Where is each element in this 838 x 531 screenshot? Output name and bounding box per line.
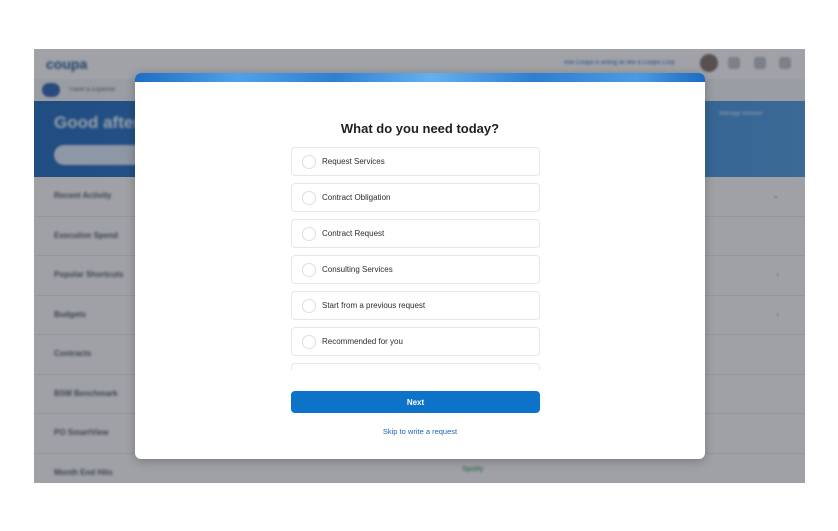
request-type-dialog: What do you need today? Request Services… [135, 73, 705, 459]
radio-button[interactable] [302, 155, 316, 169]
request-options-list[interactable]: Request Services Contract Obligation Con… [291, 147, 540, 370]
radio-button[interactable] [302, 335, 316, 349]
option-label: Start from a previous request [322, 301, 426, 310]
radio-button[interactable] [302, 263, 316, 277]
option-contract-obligation[interactable]: Contract Obligation [291, 183, 540, 212]
option-recommended[interactable]: Recommended for you [291, 327, 540, 356]
option-label: Recommended for you [322, 337, 403, 346]
radio-button[interactable] [302, 299, 316, 313]
option-label: Request Services [322, 157, 385, 166]
option-label: Contract Obligation [322, 193, 391, 202]
option-previous-request[interactable]: Start from a previous request [291, 291, 540, 320]
radio-button[interactable] [302, 191, 316, 205]
dialog-title: What do you need today? [340, 121, 500, 136]
next-button[interactable]: Next [291, 391, 540, 413]
dialog-header-band [135, 73, 705, 82]
option-label: Contract Request [322, 229, 385, 238]
option-partial[interactable] [291, 363, 540, 370]
skip-to-write-request-link[interactable]: Skip to write a request [135, 427, 705, 436]
radio-button[interactable] [302, 227, 316, 241]
option-request-services[interactable]: Request Services [291, 147, 540, 176]
option-label: Consulting Services [322, 265, 393, 274]
option-consulting-services[interactable]: Consulting Services [291, 255, 540, 284]
option-contract-request[interactable]: Contract Request [291, 219, 540, 248]
